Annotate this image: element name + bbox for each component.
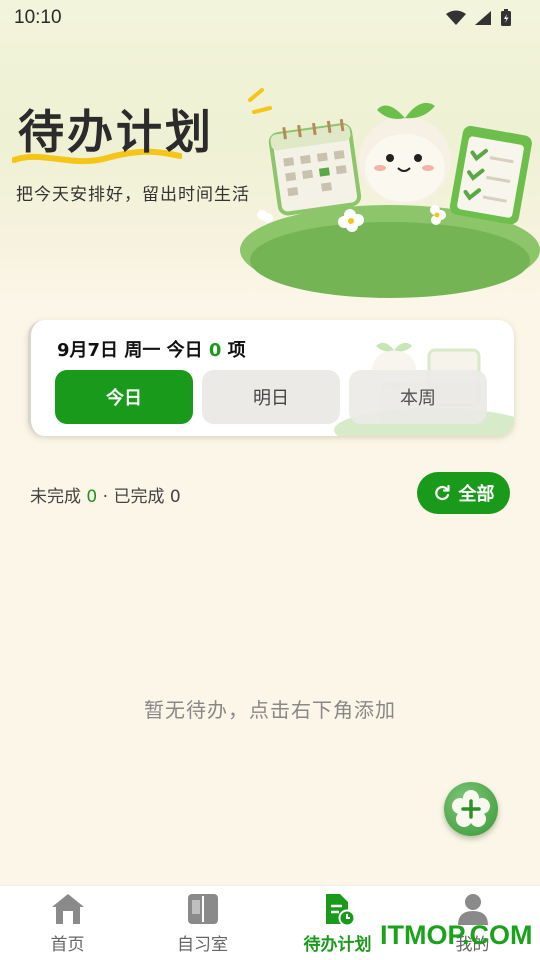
status-bar: 10:10 — [0, 0, 540, 36]
today-count: 0 — [208, 340, 222, 361]
date-summary-suffix: 项 — [221, 340, 246, 361]
complete-label: 已完成 — [113, 487, 170, 507]
nav-todo-plan-label: 待办计划 — [303, 935, 372, 955]
watermark: ITMOP.COM — [380, 920, 533, 950]
date-summary: 9月7日 周一 今日 0 项 — [57, 336, 246, 362]
incomplete-count: 0 — [86, 487, 98, 507]
add-flower-icon — [452, 790, 490, 827]
nav-home[interactable]: 首页 — [0, 892, 135, 958]
progress-summary: 未完成 0 · 已完成 0 — [30, 482, 181, 507]
date-summary-prefix: 9月7日 周一 今日 — [57, 340, 209, 361]
hero-title: 待办计划 — [18, 105, 214, 159]
date-card: 9月7日 周一 今日 0 项 今日 明日 本周 — [28, 320, 514, 436]
wifi-icon — [446, 10, 466, 25]
nav-study-room[interactable]: 自习室 — [135, 892, 270, 958]
status-time: 10:10 — [14, 7, 62, 28]
book-icon — [187, 894, 218, 924]
progress-separator: · — [97, 487, 114, 507]
hero-illustration — [240, 88, 540, 298]
filter-all-button[interactable]: 全部 — [417, 472, 510, 514]
refresh-icon — [434, 484, 450, 501]
add-todo-button[interactable] — [444, 782, 498, 836]
empty-state-text: 暂无待办，点击右下角添加 — [144, 698, 396, 722]
complete-count: 0 — [169, 487, 181, 507]
tab-tomorrow[interactable]: 明日 — [202, 370, 340, 424]
status-icons — [446, 9, 512, 27]
tab-today[interactable]: 今日 — [55, 370, 193, 424]
tab-this-week[interactable]: 本周 — [349, 370, 487, 424]
home-icon — [51, 894, 84, 924]
battery-icon — [501, 9, 511, 26]
filter-all-label: 全部 — [458, 484, 495, 505]
todo-doc-icon — [325, 894, 355, 926]
nav-home-label: 首页 — [50, 935, 85, 955]
signal-icon — [475, 11, 491, 25]
nav-study-room-label: 自习室 — [177, 935, 228, 955]
hero-banner: 待办计划 把今天安排好，留出时间生活 — [0, 0, 540, 300]
incomplete-label: 未完成 — [30, 487, 87, 507]
hero-subtitle: 把今天安排好，留出时间生活 — [16, 185, 250, 205]
